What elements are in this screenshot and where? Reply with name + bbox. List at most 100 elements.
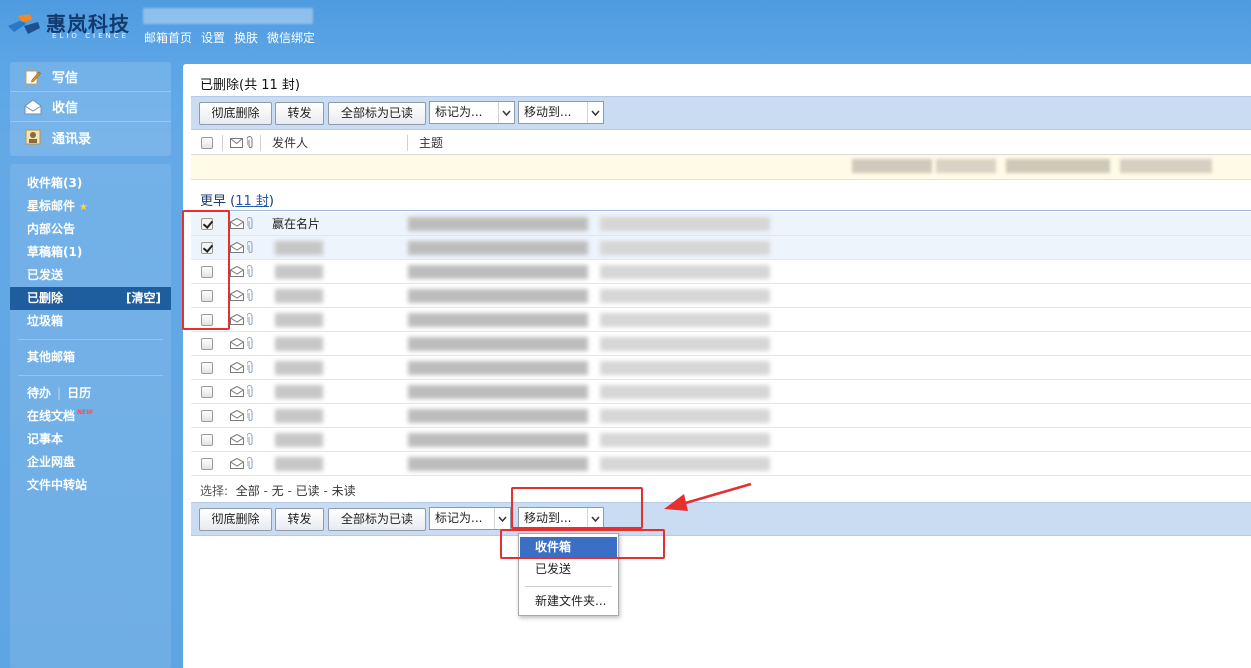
attachment-icon <box>247 265 253 277</box>
other-mailboxes[interactable]: 其他邮箱 <box>10 346 171 369</box>
folder-list: 收件箱(3) 星标邮件 ★ 内部公告 草稿箱(1) 已发送 已删除 [清空] 垃圾箱… <box>10 164 171 668</box>
row-checkbox[interactable] <box>201 434 213 446</box>
select-unread-link[interactable]: 未读 <box>332 484 356 498</box>
mark-all-read-button[interactable]: 全部标为已读 <box>328 508 426 531</box>
receive-button[interactable]: 收信 <box>10 92 171 122</box>
user-account-redacted <box>143 8 313 24</box>
folder-junk[interactable]: 垃圾箱 <box>10 310 171 333</box>
enterprise-drive-label: 企业网盘 <box>27 455 76 469</box>
group-earlier-label: 更早 <box>200 194 227 209</box>
chevron-down-icon <box>494 508 510 529</box>
nav-skin[interactable]: 换肤 <box>234 29 258 46</box>
file-transfer[interactable]: 文件中转站 <box>10 474 171 497</box>
table-row[interactable] <box>191 356 1251 380</box>
select-none-link[interactable]: 无 <box>272 484 284 498</box>
forward-button[interactable]: 转发 <box>275 508 324 531</box>
mail-list-panel: 已删除(共 11 封) 彻底删除 转发 全部标为已读 标记为... 移动到...… <box>183 64 1251 668</box>
nav-wechat-bind[interactable]: 微信绑定 <box>267 29 315 46</box>
mark-all-read-button[interactable]: 全部标为已读 <box>328 102 426 125</box>
online-docs[interactable]: 在线文档 NEW <box>10 405 171 428</box>
toolbar-top: 彻底删除 转发 全部标为已读 标记为... 移动到... <box>191 96 1251 130</box>
nav-settings[interactable]: 设置 <box>201 29 225 46</box>
attachment-icon <box>247 409 253 421</box>
row-subject-redacted <box>408 361 588 375</box>
move-to-sent-option[interactable]: 已发送 <box>520 559 617 579</box>
move-to-inbox-option[interactable]: 收件箱 <box>520 537 617 557</box>
todo-link[interactable]: 待办 <box>27 386 51 400</box>
mark-as-select[interactable]: 标记为... <box>429 507 511 530</box>
move-to-select[interactable]: 移动到... <box>518 507 604 530</box>
select-all-checkbox[interactable] <box>201 137 213 149</box>
envelope-open-icon <box>230 338 244 349</box>
chevron-down-icon <box>498 102 514 123</box>
compose-button[interactable]: 写信 <box>10 62 171 92</box>
folder-drafts[interactable]: 草稿箱(1) <box>10 241 171 264</box>
row-checkbox[interactable] <box>201 338 213 350</box>
move-to-select[interactable]: 移动到... <box>518 101 604 124</box>
column-sender[interactable]: 发件人 <box>272 131 308 155</box>
nav-mail-home[interactable]: 邮箱首页 <box>144 29 192 46</box>
group-earlier: 更早 (11 封) <box>200 194 274 209</box>
select-read-link[interactable]: 已读 <box>296 484 320 498</box>
forward-button[interactable]: 转发 <box>275 102 324 125</box>
table-row[interactable]: 赢在名片 <box>191 212 1251 236</box>
row-checkbox[interactable] <box>201 386 213 398</box>
table-row[interactable] <box>191 332 1251 356</box>
empty-trash-link[interactable]: [清空] <box>126 287 161 310</box>
mark-as-select[interactable]: 标记为... <box>429 101 515 124</box>
group-count-link[interactable]: 11 封 <box>235 194 269 209</box>
compose-label: 写信 <box>52 71 79 86</box>
row-subject-redacted <box>600 433 770 447</box>
row-subject-redacted <box>408 385 588 399</box>
folder-deleted[interactable]: 已删除 [清空] <box>10 287 171 310</box>
row-subject-redacted <box>600 337 770 351</box>
row-checkbox[interactable] <box>201 266 213 278</box>
folder-inbox[interactable]: 收件箱(3) <box>10 172 171 195</box>
table-row[interactable] <box>191 452 1251 476</box>
folder-starred[interactable]: 星标邮件 ★ <box>10 195 171 218</box>
logo-icon <box>8 14 40 34</box>
attachment-icon <box>247 241 253 253</box>
folder-count: (共 11 封) <box>239 78 300 93</box>
chevron-down-icon <box>587 508 603 529</box>
delete-forever-button[interactable]: 彻底删除 <box>199 508 272 531</box>
delete-forever-button[interactable]: 彻底删除 <box>199 102 272 125</box>
column-subject[interactable]: 主题 <box>419 131 443 155</box>
row-checkbox[interactable] <box>201 314 213 326</box>
row-checkbox[interactable] <box>201 410 213 422</box>
row-subject-redacted <box>408 313 588 327</box>
folder-announcements[interactable]: 内部公告 <box>10 218 171 241</box>
envelope-open-icon <box>230 458 244 469</box>
envelope-icon <box>230 138 243 148</box>
table-row[interactable] <box>191 236 1251 260</box>
table-row[interactable] <box>191 404 1251 428</box>
selection-links: 选择: 全部 - 无 - 已读 - 未读 <box>200 484 356 498</box>
table-row[interactable] <box>191 284 1251 308</box>
envelope-open-icon <box>230 266 244 277</box>
calendar-link[interactable]: 日历 <box>67 386 91 400</box>
row-subject-redacted <box>408 457 588 471</box>
table-row[interactable] <box>191 308 1251 332</box>
row-checkbox[interactable] <box>201 458 213 470</box>
table-row[interactable] <box>191 380 1251 404</box>
table-row[interactable] <box>191 260 1251 284</box>
enterprise-drive[interactable]: 企业网盘 <box>10 451 171 474</box>
row-checkbox[interactable] <box>201 362 213 374</box>
row-checkbox[interactable] <box>201 218 213 230</box>
contacts-button[interactable]: 通讯录 <box>10 122 171 152</box>
folder-sent[interactable]: 已发送 <box>10 264 171 287</box>
select-all-link[interactable]: 全部 <box>236 484 260 498</box>
page-title: 已删除(共 11 封) <box>200 74 300 93</box>
row-sender-redacted <box>275 337 323 351</box>
row-sender-redacted <box>275 385 323 399</box>
table-row[interactable] <box>191 428 1251 452</box>
top-bar: 惠岚科技 ELIO CIENCE 邮箱首页 设置 换肤 微信绑定 <box>0 0 1251 58</box>
divider <box>18 375 163 376</box>
row-subject-redacted <box>600 457 770 471</box>
pinned-row[interactable] <box>191 155 1251 180</box>
row-checkbox[interactable] <box>201 242 213 254</box>
new-folder-option[interactable]: 新建文件夹... <box>520 591 617 611</box>
row-checkbox[interactable] <box>201 290 213 302</box>
row-subject-redacted <box>408 409 588 423</box>
notepad[interactable]: 记事本 <box>10 428 171 451</box>
